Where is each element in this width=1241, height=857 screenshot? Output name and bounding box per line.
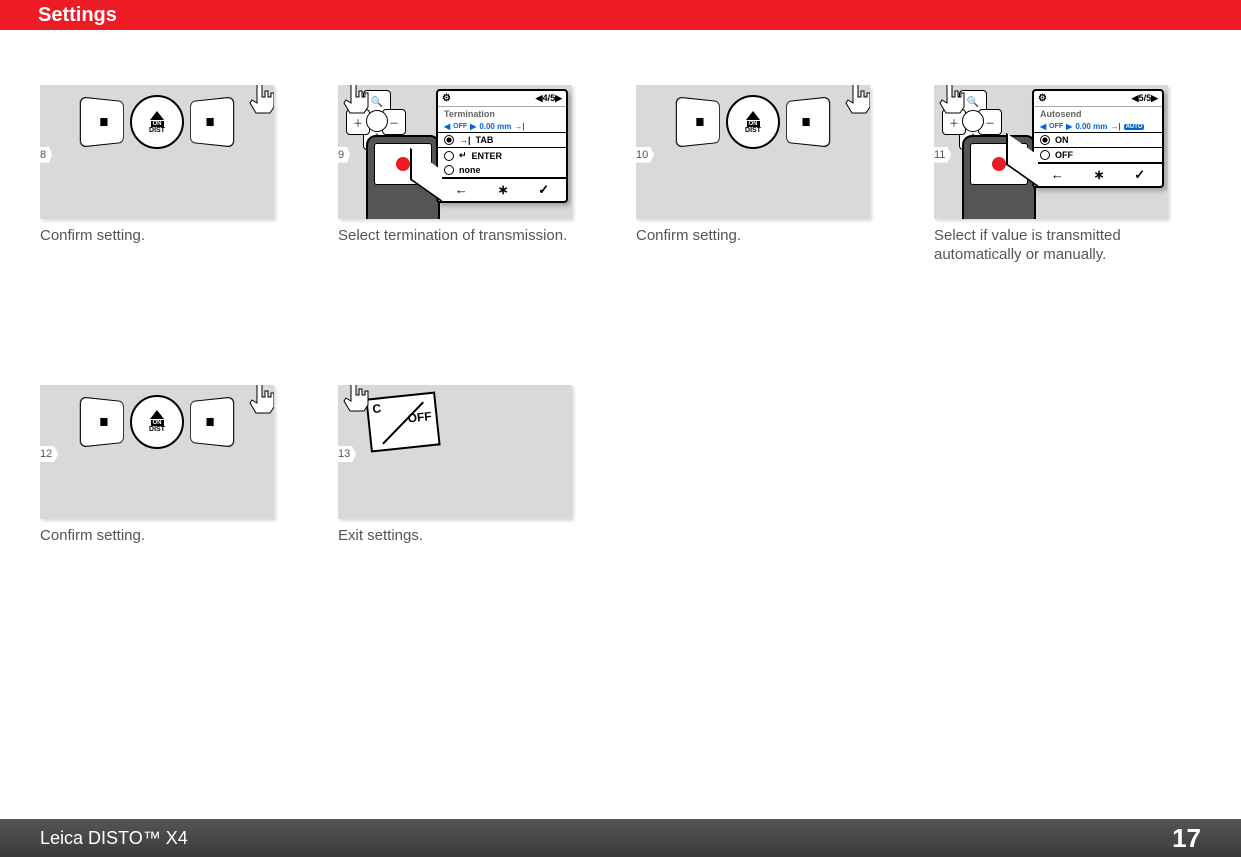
screen-page-indicator: ◀5/5▶ [1132, 93, 1158, 104]
screen-popup-autosend: ⚙ ◀5/5▶ Autosend ◀ OFF ▶ 0.00 mm →| AUTO… [1032, 89, 1164, 188]
product-name: Leica DISTO™ X4 [40, 828, 188, 849]
screen-value: ◀ OFF ▶ 0.00 mm →| AUTO [1034, 121, 1162, 132]
dist-label: DIST [149, 127, 165, 134]
option-on: ON [1034, 132, 1162, 148]
back-icon: ← [455, 182, 468, 198]
screen-bottom-bar: ← ∗ ✓ [1034, 162, 1162, 186]
step-number: 10 [636, 147, 654, 163]
left-square-button [80, 96, 124, 147]
screen-value: ◀ OFF ▶ 0.00 mm →| [438, 121, 566, 132]
step-caption: Confirm setting. [40, 527, 280, 546]
screen-bottom-bar: ← ∗ ✓ [438, 177, 566, 201]
right-square-button [190, 96, 234, 147]
hand-pointer-icon [239, 385, 274, 417]
step-10-illustration: 10 ON DIST [636, 85, 870, 219]
on-dist-button: ON DIST [130, 395, 184, 449]
step-caption: Confirm setting. [636, 227, 876, 246]
hand-pointer-icon [835, 85, 870, 117]
on-dist-button: ON DIST [130, 95, 184, 149]
option-none: none [438, 163, 566, 177]
hand-pointer-icon [934, 85, 969, 117]
step-number: 12 [40, 446, 58, 462]
step-caption: Select termination of transmission. [338, 227, 578, 246]
page-number: 17 [1172, 823, 1201, 854]
step-8-illustration: 8 ON DIST [40, 85, 274, 219]
right-square-button [190, 396, 234, 447]
option-tab: →|TAB [438, 132, 566, 148]
screen-popup-termination: ⚙ ◀4/5▶ Termination ◀ OFF ▶ 0.00 mm →| →… [436, 89, 568, 203]
bluetooth-icon: ∗ [498, 182, 509, 198]
left-square-button [676, 96, 720, 147]
step-10: 10 ON DIST Confirm setting. [636, 85, 876, 265]
content-area: 8 ON DIST Confirm setting. 9 [40, 85, 1201, 665]
gear-icon: ⚙ [1038, 93, 1047, 104]
hand-pointer-icon [338, 85, 373, 117]
step-13: 13 C OFF Exit settings. [338, 385, 578, 546]
back-icon: ← [1051, 167, 1064, 183]
dist-button-panel: ON DIST [676, 95, 830, 149]
hand-pointer-icon [239, 85, 274, 117]
step-9-illustration: 9 🔍 ⏱ ＋ － ⚙ ◀4/5▶ [338, 85, 572, 219]
step-12: 12 ON DIST Confirm setting. [40, 385, 280, 546]
step-number: 8 [40, 147, 52, 163]
step-number: 13 [338, 446, 356, 462]
step-row-1: 8 ON DIST Confirm setting. 9 [40, 85, 1201, 265]
check-icon: ✓ [538, 182, 549, 198]
option-enter: ↵ENTER [438, 148, 566, 163]
step-8: 8 ON DIST Confirm setting. [40, 85, 280, 265]
header-bar: Settings [0, 0, 1241, 30]
step-13-illustration: 13 C OFF [338, 385, 572, 519]
step-row-2: 12 ON DIST Confirm setting. [40, 385, 1201, 546]
bluetooth-icon: ∗ [1094, 167, 1105, 183]
option-off: OFF [1034, 148, 1162, 162]
screen-title: Autosend [1034, 107, 1162, 121]
step-caption: Confirm setting. [40, 227, 280, 246]
dist-label: DIST [149, 426, 165, 433]
dist-button-panel: ON DIST [80, 395, 234, 449]
step-caption: Exit settings. [338, 527, 578, 546]
footer-bar: Leica DISTO™ X4 17 [0, 819, 1241, 857]
screen-title: Termination [438, 107, 566, 121]
page-title: Settings [38, 4, 117, 27]
screen-page-indicator: ◀4/5▶ [536, 93, 562, 104]
c-off-button: C OFF [365, 391, 440, 452]
gear-icon: ⚙ [442, 93, 451, 104]
step-11-illustration: 11 🔍 ⏱ ＋ － ⚙ ◀5/5 [934, 85, 1168, 219]
step-caption: Select if value is transmitted automatic… [934, 227, 1174, 265]
step-9: 9 🔍 ⏱ ＋ － ⚙ ◀4/5▶ [338, 85, 578, 265]
check-icon: ✓ [1134, 167, 1145, 183]
dist-button-panel: ON DIST [80, 95, 234, 149]
dist-label: DIST [745, 127, 761, 134]
step-11: 11 🔍 ⏱ ＋ － ⚙ ◀5/5 [934, 85, 1174, 265]
left-square-button [80, 396, 124, 447]
on-dist-button: ON DIST [726, 95, 780, 149]
right-square-button [786, 96, 830, 147]
hand-pointer-icon [338, 385, 373, 415]
step-12-illustration: 12 ON DIST [40, 385, 274, 519]
